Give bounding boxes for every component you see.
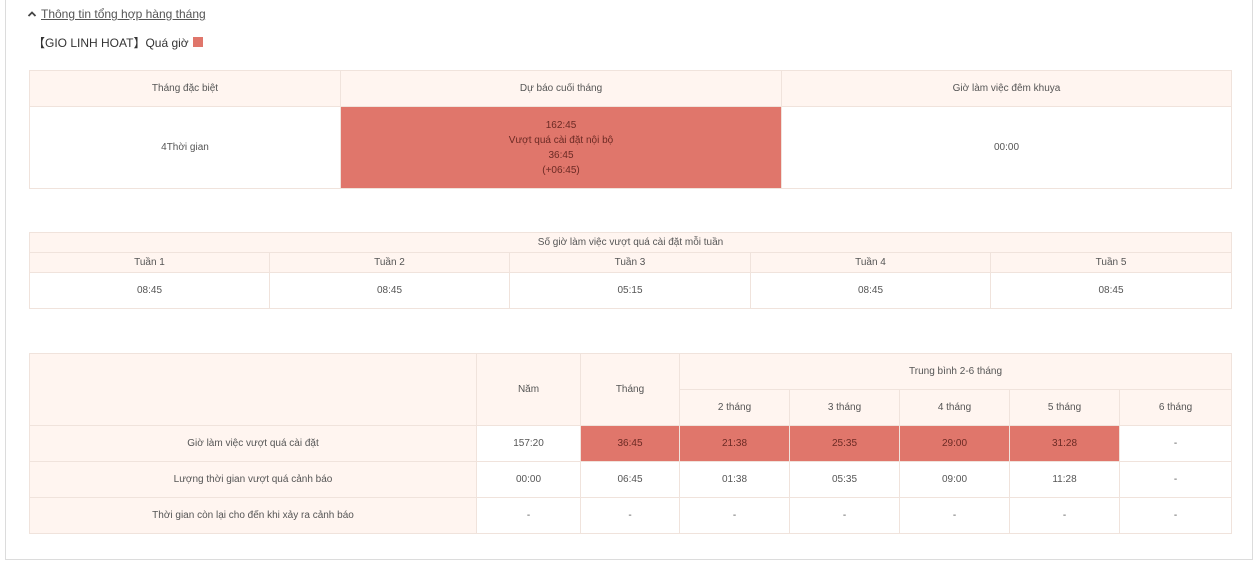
table-cell: 29:00 (899, 425, 1010, 462)
header-month: Tháng (580, 353, 680, 426)
header-avg-6-months: 6 tháng (1118, 389, 1233, 426)
row-label: Lượng thời gian vượt quá cảnh báo (29, 461, 477, 498)
table-cell: - (1118, 497, 1233, 534)
table-row: Lượng thời gian vượt quá cảnh báo 00:00 06… (29, 461, 1233, 498)
row-label-header (29, 353, 477, 426)
table-cell: 09:00 (899, 461, 1010, 498)
overtime-averages-table: Năm Tháng Trung bình 2-6 tháng 2 tháng 3… (29, 353, 1233, 534)
header-late-night-hours: Giờ làm việc đêm khuya (781, 70, 1232, 107)
week-value: 08:45 (269, 272, 510, 309)
averages-body: Giờ làm việc vượt quá cài đặt 157:20 36:45… (29, 425, 1233, 534)
table-row: Thời gian còn lại cho đến khi xảy ra cản… (29, 497, 1233, 534)
table-cell: - (1118, 461, 1233, 498)
header-avg-3-months: 3 tháng (789, 389, 900, 426)
table-cell: - (580, 497, 680, 534)
week-header: Tuần 3 (509, 252, 751, 273)
row-label: Giờ làm việc vượt quá cài đặt (29, 425, 477, 462)
forecast-total: 162:45 (545, 119, 577, 131)
weekly-title: Số giờ làm việc vượt quá cài đặt mỗi tuầ… (28, 232, 1233, 253)
week-value: 08:45 (989, 272, 1233, 309)
table-cell: 05:35 (789, 461, 900, 498)
table-cell: - (1009, 497, 1120, 534)
row-label: Thời gian còn lại cho đến khi xảy ra cản… (29, 497, 477, 534)
table-cell: 11:28 (1009, 461, 1120, 498)
header-avg-4-months: 4 tháng (899, 389, 1010, 426)
table-cell: 01:38 (679, 461, 790, 498)
table-cell: - (899, 497, 1010, 534)
header-avg-2-months: 2 tháng (679, 389, 790, 426)
header-month-end-forecast: Dự báo cuối tháng (340, 70, 782, 107)
week-value: 05:15 (509, 272, 751, 309)
table-cell: - (789, 497, 900, 534)
week-header: Tuần 4 (750, 252, 991, 273)
week-header: Tuần 1 (29, 252, 270, 273)
table-cell: 36:45 (580, 425, 680, 462)
header-average-group: Trung bình 2-6 tháng (678, 353, 1233, 390)
overtime-color-swatch (192, 37, 203, 47)
section-toggle[interactable]: Thông tin tổng hợp hàng tháng (27, 6, 206, 22)
header-year: Năm (476, 353, 581, 426)
week-header: Tuần 2 (269, 252, 510, 273)
table-cell: - (1118, 425, 1233, 462)
forecast-cell: 162:45 Vượt quá cài đặt nội bộ 36:45 (+0… (340, 106, 782, 189)
status-label: 【GIO LINH HOAT】Quá giờ (33, 35, 189, 50)
week-value: 08:45 (29, 272, 270, 309)
table-cell: 21:38 (679, 425, 790, 462)
header-avg-5-months: 5 tháng (1009, 389, 1120, 426)
table-cell: - (476, 497, 581, 534)
table-cell: - (679, 497, 790, 534)
weekly-overtime-table: Số giờ làm việc vượt quá cài đặt mỗi tuầ… (28, 232, 1233, 309)
table-cell: 25:35 (789, 425, 900, 462)
table-cell: 157:20 (476, 425, 581, 462)
table-cell: 00:00 (476, 461, 581, 498)
table-row: Giờ làm việc vượt quá cài đặt 157:20 36:45… (29, 425, 1233, 462)
header-special-month: Tháng đặc biệt (29, 70, 341, 107)
week-header: Tuần 5 (989, 252, 1233, 273)
monthly-summary-table: Tháng đặc biệt Dự báo cuối tháng Giờ làm… (29, 70, 1232, 189)
chevron-up-icon (27, 11, 37, 17)
table-cell: 06:45 (580, 461, 680, 498)
forecast-note: Vượt quá cài đặt nội bộ (508, 134, 614, 146)
section-toggle-label: Thông tin tổng hợp hàng tháng (41, 7, 206, 21)
late-night-value: 00:00 (781, 106, 1232, 189)
forecast-limit: 36:45 (548, 149, 574, 161)
overtime-status: 【GIO LINH HOAT】Quá giờ (33, 34, 203, 50)
forecast-excess: (+06:45) (542, 164, 580, 176)
table-cell: 31:28 (1009, 425, 1120, 462)
special-month-value: 4Thời gian (29, 106, 341, 189)
week-value: 08:45 (750, 272, 991, 309)
